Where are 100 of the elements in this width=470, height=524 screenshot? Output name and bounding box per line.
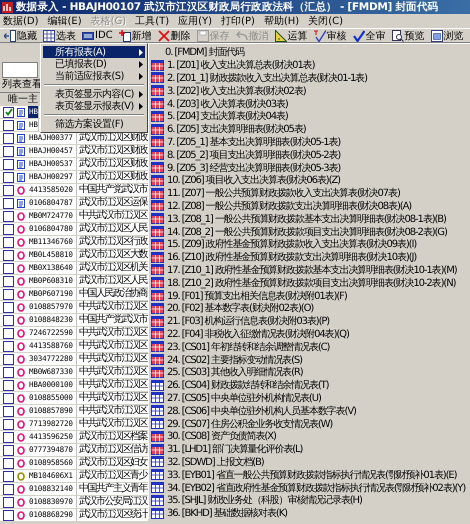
checkbox[interactable]	[3, 210, 14, 222]
checkbox[interactable]	[3, 496, 14, 508]
menu-item[interactable]: 9. [Z05_3] 经营支出决算明细表(财决05-3表)	[149, 161, 470, 174]
menu-item[interactable]: 7. [Z05_1] 基本支出决算明细表(财决05-1表)	[149, 136, 470, 148]
menu-item[interactable]: 35. [SHJL] 财政业务处（科股）审核情况记录表(H)	[149, 494, 470, 507]
menu-item[interactable]: 36. [BKHD] 基础数据核对表(K)	[149, 506, 470, 520]
menu-item[interactable]: 32. [SDWD] 上报文档(B)	[149, 456, 470, 468]
undo-icon	[236, 30, 248, 42]
toolbar-button[interactable]: 新增	[116, 29, 154, 42]
menu-item[interactable]: 10. [Z06] 项目收入支出决算表(财决06表)(Z)	[149, 174, 470, 187]
menu-item[interactable]: 18. [Z10_2] 政府性基金预算财政拨款项目支出决算明细表(财决10-2表)(N)	[149, 276, 470, 290]
checkbox[interactable]	[3, 132, 14, 144]
menu-item[interactable]: 数据(D)	[3, 14, 39, 28]
menu-item[interactable]: 17. [Z10_1] 政府性基金预算财政拨款基本支出决算明细表(财决10-1表)(M)	[149, 264, 470, 276]
checkbox[interactable]	[3, 470, 14, 482]
checkbox[interactable]	[3, 406, 14, 416]
checkbox[interactable]	[3, 458, 14, 468]
menu-item[interactable]: 所有报表(A)	[43, 46, 145, 58]
menu-item[interactable]: 23. [CS01] 年初结转和结余调整情况表(C)	[149, 340, 470, 354]
menu-item[interactable]: 2. [Z01_1] 财政拨款收入支出决算总表(财决01-1表)	[149, 72, 470, 84]
menu-item[interactable]: 6. [Z05] 支出决算明细表(财决05表)	[149, 122, 470, 136]
menu-item[interactable]: 帮助(H)	[264, 14, 300, 28]
checkbox[interactable]	[3, 184, 14, 196]
menu-item[interactable]: 19. [F01] 预算支出相关信息表(财决附01表)(F)	[149, 289, 470, 302]
checkbox[interactable]	[3, 262, 14, 274]
menu-item[interactable]: 20. [F02] 基本数字表(财决附02表)(O)	[149, 302, 470, 315]
menu-item[interactable]: 25. [CS03] 其他收入明细情况表(R)	[149, 366, 470, 379]
menu-item[interactable]: 1. [Z01] 收入支出决算总表(财决01表)	[149, 58, 470, 72]
search-field[interactable]	[2, 62, 38, 78]
menu-item[interactable]: 表页签显示内容(C)	[43, 88, 145, 100]
menu-item[interactable]: 22. [F04] 非税收入征缴情况表(财决附04表)(Q)	[149, 328, 470, 340]
checkbox[interactable]	[3, 392, 14, 404]
menu-item[interactable]: 28. [CS06] 中央单位驻外机构人员基本数字表(V)	[149, 404, 470, 418]
checkbox[interactable]	[3, 302, 14, 312]
checkbox[interactable]	[3, 444, 14, 456]
toolbar-button[interactable]: 全审	[350, 29, 388, 42]
menu-item[interactable]: 4. [Z03] 收入决算表(财决03表)	[149, 97, 470, 110]
colored-table-icon	[151, 162, 164, 174]
menu-item[interactable]: 15. [Z09] 政府性基金预算财政拨款收入支出决算表(财决09表)(I)	[149, 238, 470, 251]
menu-item[interactable]: 3. [Z02] 收入支出决算表(财决02表)	[149, 84, 470, 98]
menu-item[interactable]: 26. [CS04] 财政拨款结转和结余情况表(T)	[149, 378, 470, 392]
menu-item[interactable]: 34. [EYB02] 省直政府性基金预算财政拨款指标执行情况表(鄂财预补02表)(Y)	[149, 481, 470, 494]
checkbox[interactable]	[3, 106, 14, 118]
colored-table-icon	[151, 174, 164, 186]
name-cell-text: 武汉市江汉区信访	[78, 444, 147, 456]
colored-table-icon	[151, 277, 164, 288]
menu-item[interactable]: 16. [Z10] 政府性基金预算财政拨款支出决算明细表(财决10表)(J)	[149, 250, 470, 264]
checkbox[interactable]	[3, 120, 14, 130]
checkbox[interactable]	[3, 236, 14, 248]
checkbox[interactable]	[3, 484, 14, 494]
menu-item[interactable]: 表页签显示报表(V)	[43, 100, 145, 112]
menu-item[interactable]: 31. [LHD1] 部门决算量化评价表(L)	[149, 442, 470, 456]
menu-item[interactable]: 33. [EYB01] 省直一般公共预算财政拨款指标执行情况表(鄂财预补01表)(E)	[149, 468, 470, 482]
menu-item[interactable]: 5. [Z04] 支出决算表(财决04表)	[149, 110, 470, 123]
menu-item[interactable]: 编辑(E)	[48, 14, 82, 28]
menu-item[interactable]: 8. [Z05_2] 项目支出决算明细表(财决05-2表)	[149, 148, 470, 162]
toolbar-button[interactable]: 删除	[156, 29, 193, 42]
menu-item[interactable]: 29. [CS07] 住房公积金业务收支情况表(W)	[149, 417, 470, 430]
menu-item[interactable]: 筛选方案设置(F)	[43, 118, 145, 130]
checkbox[interactable]	[3, 224, 14, 234]
checkbox[interactable]	[3, 328, 14, 338]
menu-item[interactable]: 打印(P)	[221, 14, 255, 28]
checkbox[interactable]	[3, 198, 14, 208]
menu-item[interactable]: 14. [Z08_2] 一般公共预算财政拨款项目支出决算明细表(财决08-2表)(G)	[149, 225, 470, 238]
menu-item[interactable]: 工具(T)	[135, 14, 170, 28]
toolbar-button[interactable]: IDC	[80, 29, 115, 42]
menu-item[interactable]: 24. [CS02] 主要指标变动情况表(S)	[149, 353, 470, 366]
toolbar-button[interactable]: 预览	[390, 29, 427, 42]
menu-item[interactable]: 应用(Y)	[178, 14, 212, 28]
checkbox[interactable]	[3, 354, 14, 364]
menu-item[interactable]: 21. [F03] 机构运行信息表(财决附03表)(P)	[149, 314, 470, 328]
toolbar-button[interactable]: 审核	[312, 29, 349, 42]
checkbox[interactable]	[3, 366, 14, 378]
checkbox[interactable]	[3, 250, 14, 260]
checkbox[interactable]	[3, 288, 14, 300]
menu-item[interactable]: 12. [Z08] 一般公共预算财政拨款支出决算明细表(财决08表)(A)	[149, 200, 470, 212]
toolbar-button[interactable]: 选表	[41, 29, 78, 42]
menu-item[interactable]: 0. [FMDM] 封面代码	[149, 46, 470, 59]
checkbox[interactable]	[3, 172, 14, 182]
menu-item[interactable]: 27. [CS05] 中央单位驻外机构情况表(U)	[149, 392, 470, 404]
menu-item[interactable]: 当前适应报表(S)	[43, 70, 145, 82]
checkbox[interactable]	[3, 418, 14, 430]
colored-table-icon	[151, 226, 164, 238]
menu-item[interactable]: 已填报表(D)	[43, 58, 145, 70]
name-cell-text: 中共武汉市江汉区	[78, 392, 147, 404]
checkbox[interactable]	[3, 314, 14, 326]
checkbox[interactable]	[3, 340, 14, 352]
menu-item[interactable]: 13. [Z08_1] 一般公共预算财政拨款基本支出决算明细表(财决08-1表)(B)	[149, 212, 470, 226]
checkbox[interactable]	[3, 432, 14, 442]
toolbar-button[interactable]: 浏览	[428, 29, 466, 42]
menu-item[interactable]: 11. [Z07] 一般公共预算财政拨款收入支出决算表(财决07表)	[149, 186, 470, 200]
toolbar-button[interactable]: 隐藏	[2, 29, 39, 42]
checkbox[interactable]	[3, 510, 14, 520]
menu-item[interactable]: 关闭(C)	[308, 14, 344, 28]
toolbar-button[interactable]: 运算	[272, 29, 310, 42]
checkbox[interactable]	[3, 276, 14, 286]
checkbox[interactable]	[3, 146, 14, 156]
checkbox[interactable]	[3, 380, 14, 390]
menu-item[interactable]: 30. [CS08] 资产负债简表(X)	[149, 430, 470, 443]
checkbox[interactable]	[3, 158, 14, 170]
